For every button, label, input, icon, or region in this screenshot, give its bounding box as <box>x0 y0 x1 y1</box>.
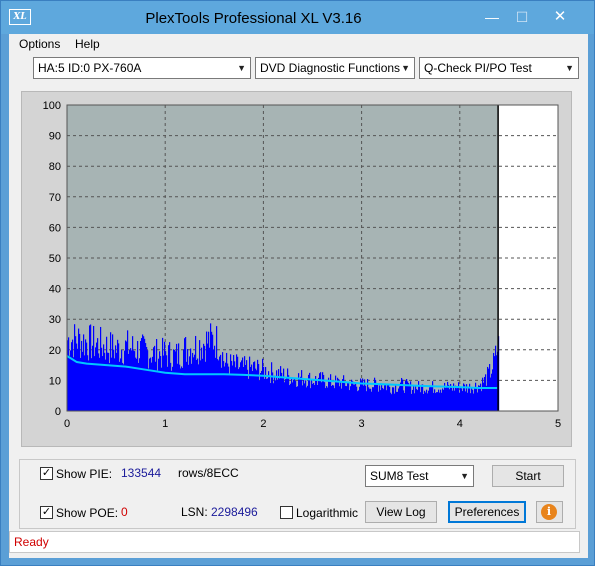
y-tick-label: 100 <box>43 100 61 112</box>
menu-help[interactable]: Help <box>75 37 100 51</box>
show-poe-label: Show POE: <box>56 506 119 520</box>
menu-options-label: Options <box>19 37 61 51</box>
x-tick-label: 0 <box>64 418 70 430</box>
info-button[interactable]: i <box>536 501 563 523</box>
function-select-value: DVD Diagnostic Functions <box>260 61 401 75</box>
y-tick-label: 20 <box>49 345 61 357</box>
sum-test-select[interactable]: SUM8 Test ▼ <box>365 465 474 487</box>
start-button-label: Start <box>515 469 541 483</box>
y-tick-label: 70 <box>49 192 61 204</box>
sum-test-value: SUM8 Test <box>370 469 429 483</box>
minimize-button[interactable]: — <box>478 8 506 28</box>
maximize-button[interactable]: ☐ <box>508 8 536 28</box>
x-tick-label: 2 <box>260 418 266 430</box>
test-select[interactable]: Q-Check PI/PO Test ▼ <box>419 57 579 79</box>
start-button[interactable]: Start <box>492 465 564 487</box>
lsn-label: LSN: <box>181 505 208 519</box>
test-select-value: Q-Check PI/PO Test <box>424 61 532 75</box>
y-tick-label: 10 <box>49 375 61 387</box>
function-select[interactable]: DVD Diagnostic Functions ▼ <box>255 57 415 79</box>
x-tick-label: 4 <box>457 418 463 430</box>
y-tick-label: 40 <box>49 284 61 296</box>
preferences-button[interactable]: Preferences <box>448 501 526 523</box>
menu-help-label: Help <box>75 37 100 51</box>
menu-bar: Options Help <box>9 34 588 55</box>
y-tick-label: 0 <box>55 406 61 418</box>
chevron-down-icon: ▼ <box>237 63 246 73</box>
drive-select-value: HA:5 ID:0 PX-760A <box>38 61 142 75</box>
logarithmic-checkbox[interactable] <box>280 506 293 519</box>
y-tick-label: 90 <box>49 131 61 143</box>
app-window: XL PlexTools Professional XL V3.16 — ☐ ✕… <box>0 0 595 566</box>
poe-value: 0 <box>121 505 128 519</box>
client-area: Options Help HA:5 ID:0 PX-760A ▼ DVD Dia… <box>9 34 588 558</box>
title-bar[interactable]: XL PlexTools Professional XL V3.16 — ☐ ✕ <box>1 1 594 34</box>
status-bar: Ready <box>9 531 580 553</box>
logarithmic-label: Logarithmic <box>296 506 359 520</box>
y-tick-label: 60 <box>49 222 61 234</box>
chart-frame: 0 10 20 30 40 50 60 70 80 90 100 0 1 2 3 4 5 <box>21 91 572 447</box>
pie-value: 133544 <box>121 466 162 480</box>
pie-chart-svg: 0 10 20 30 40 50 60 70 80 90 100 0 1 2 3 4 5 <box>43 100 561 430</box>
show-poe-checkbox[interactable]: ✓ <box>40 506 53 519</box>
y-tick-label: 30 <box>49 314 61 326</box>
show-pie-label: Show PIE: <box>56 467 113 481</box>
x-tick-label: 5 <box>555 418 561 430</box>
x-tick-label: 3 <box>359 418 365 430</box>
window-title: PlexTools Professional XL V3.16 <box>145 10 362 27</box>
y-tick-label: 50 <box>49 253 61 265</box>
chevron-down-icon: ▼ <box>460 471 469 481</box>
preferences-label: Preferences <box>454 505 520 519</box>
menu-options[interactable]: Options <box>19 37 60 51</box>
y-tick-label: 80 <box>49 161 61 173</box>
view-log-button[interactable]: View Log <box>365 501 437 523</box>
x-tick-label: 1 <box>162 418 168 430</box>
drive-select[interactable]: HA:5 ID:0 PX-760A ▼ <box>33 57 251 79</box>
show-pie-checkbox[interactable]: ✓ <box>40 467 53 480</box>
status-text: Ready <box>14 535 49 549</box>
lsn-value: 2298496 <box>211 505 258 519</box>
view-log-label: View Log <box>376 505 426 519</box>
chevron-down-icon: ▼ <box>401 63 410 73</box>
chevron-down-icon: ▼ <box>565 63 574 73</box>
close-button[interactable]: ✕ <box>540 8 580 28</box>
info-icon: i <box>541 504 557 520</box>
pie-unit: rows/8ECC <box>178 466 239 480</box>
